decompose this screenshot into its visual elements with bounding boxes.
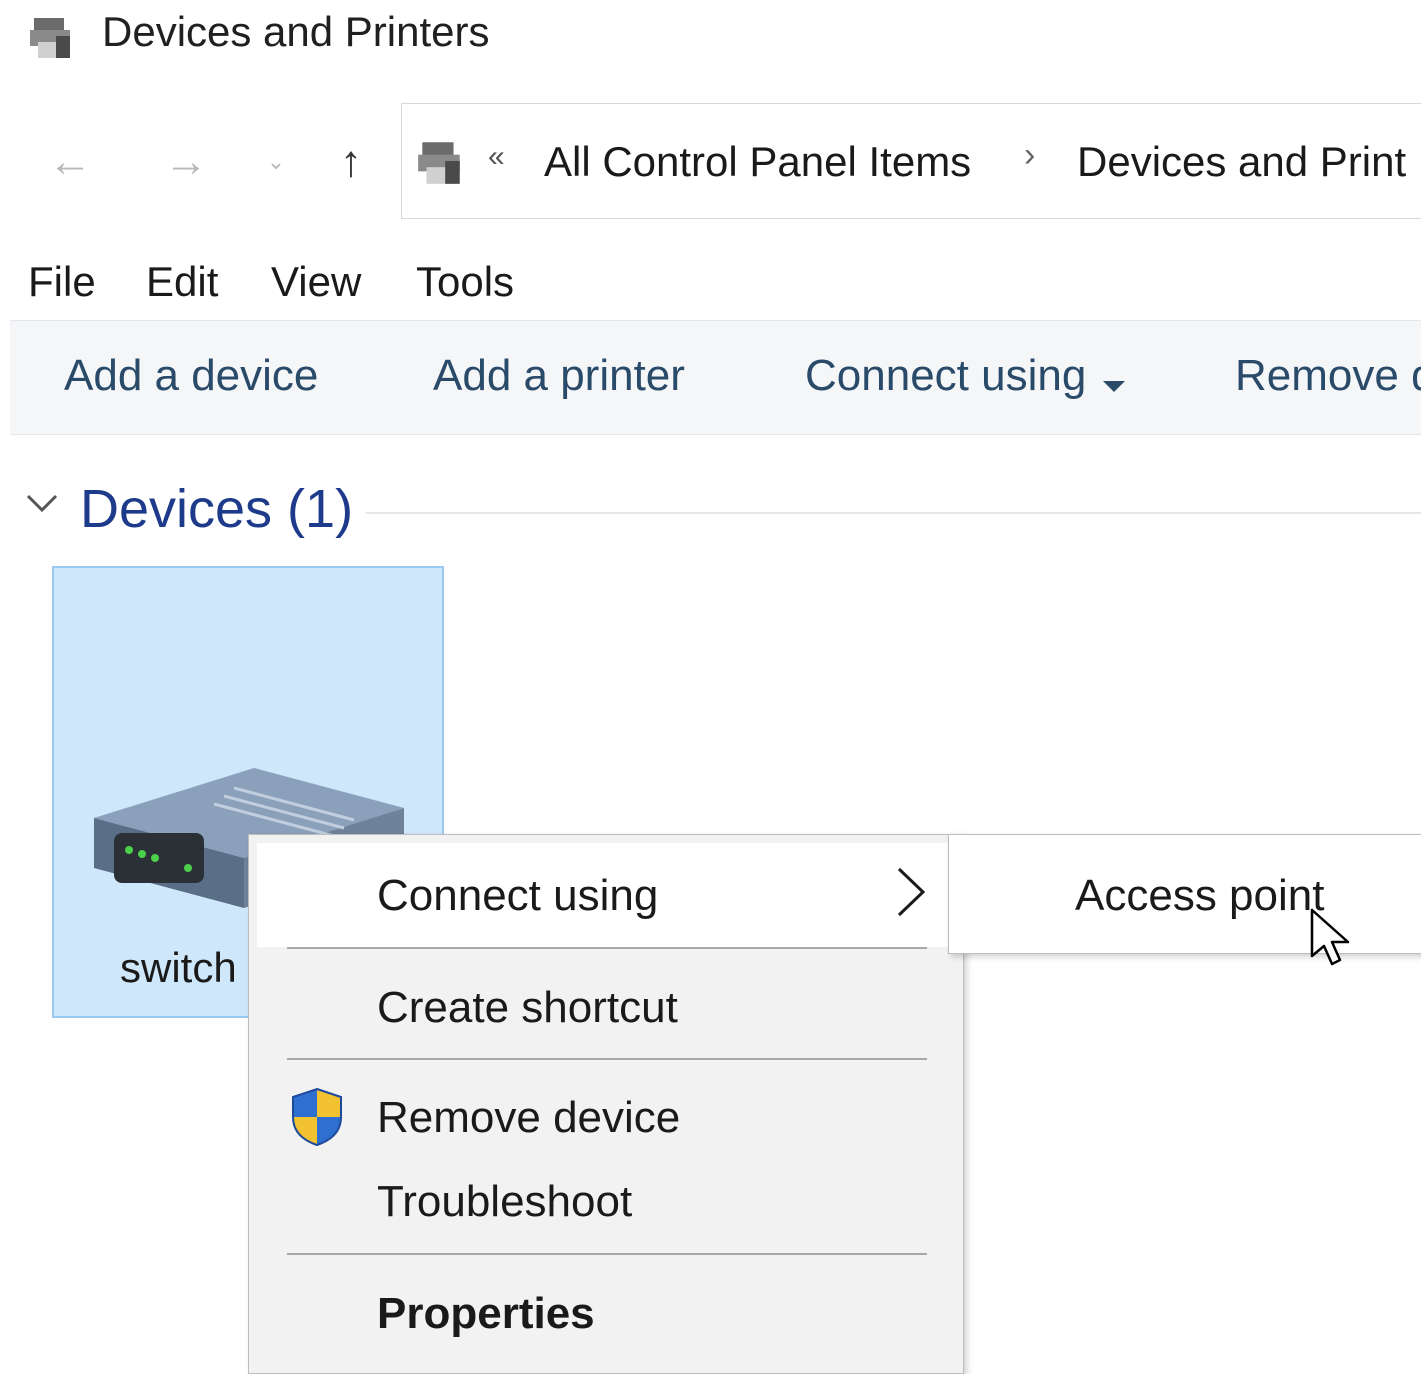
menu-separator bbox=[287, 947, 927, 949]
dropdown-caret-icon bbox=[1102, 380, 1125, 392]
collapse-chevron-icon[interactable] bbox=[24, 486, 60, 522]
command-bar: Add a device Add a printer Connect using… bbox=[10, 320, 1421, 435]
menu-item-properties[interactable]: Properties bbox=[377, 1289, 595, 1339]
breadcrumb-all-control-panel-items[interactable]: All Control Panel Items bbox=[544, 138, 971, 186]
menu-item-troubleshoot[interactable]: Troubleshoot bbox=[377, 1177, 632, 1227]
devices-printers-icon bbox=[30, 18, 70, 58]
forward-arrow-icon[interactable]: → bbox=[156, 132, 216, 192]
device-label: switch bbox=[120, 944, 237, 991]
remove-device-button[interactable]: Remove d bbox=[1235, 351, 1421, 401]
submenu-item-access-point[interactable]: Access point bbox=[1075, 871, 1324, 921]
menu-item-create-shortcut[interactable]: Create shortcut bbox=[377, 983, 678, 1033]
submenu-arrow-icon bbox=[897, 867, 926, 917]
menu-separator bbox=[287, 1058, 927, 1060]
menu-item-connect-using[interactable]: Connect using bbox=[377, 871, 658, 921]
back-arrow-icon[interactable]: ← bbox=[40, 132, 100, 192]
breadcrumb-separator-icon[interactable]: › bbox=[1024, 136, 1035, 175]
recent-locations-chevron-icon[interactable]: ⌄ bbox=[258, 132, 294, 192]
breadcrumb-devices-and-printers[interactable]: Devices and Print bbox=[1077, 138, 1406, 186]
mouse-cursor-icon bbox=[1310, 908, 1350, 966]
menu-item-remove-device[interactable]: Remove device bbox=[377, 1093, 680, 1143]
add-device-button[interactable]: Add a device bbox=[64, 351, 318, 401]
connect-using-label: Connect using bbox=[805, 351, 1087, 400]
context-menu: Connect using Create shortcut Remove dev… bbox=[248, 834, 964, 1374]
menu-separator bbox=[287, 1253, 927, 1255]
uac-shield-icon bbox=[292, 1087, 342, 1147]
address-bar[interactable]: « All Control Panel Items › Devices and … bbox=[401, 103, 1421, 219]
add-printer-button[interactable]: Add a printer bbox=[433, 351, 685, 401]
window-title: Devices and Printers bbox=[102, 8, 490, 55]
devices-printers-icon bbox=[418, 142, 460, 184]
menu-edit[interactable]: Edit bbox=[146, 258, 218, 306]
menu-view[interactable]: View bbox=[271, 258, 361, 306]
group-divider bbox=[366, 512, 1421, 514]
address-overflow-icon[interactable]: « bbox=[488, 140, 505, 174]
connect-using-button[interactable]: Connect using bbox=[805, 351, 1125, 401]
up-arrow-icon[interactable]: ↑ bbox=[326, 132, 376, 192]
menu-tools[interactable]: Tools bbox=[416, 258, 514, 306]
menu-file[interactable]: File bbox=[28, 258, 96, 306]
devices-group-title[interactable]: Devices (1) bbox=[80, 478, 353, 540]
